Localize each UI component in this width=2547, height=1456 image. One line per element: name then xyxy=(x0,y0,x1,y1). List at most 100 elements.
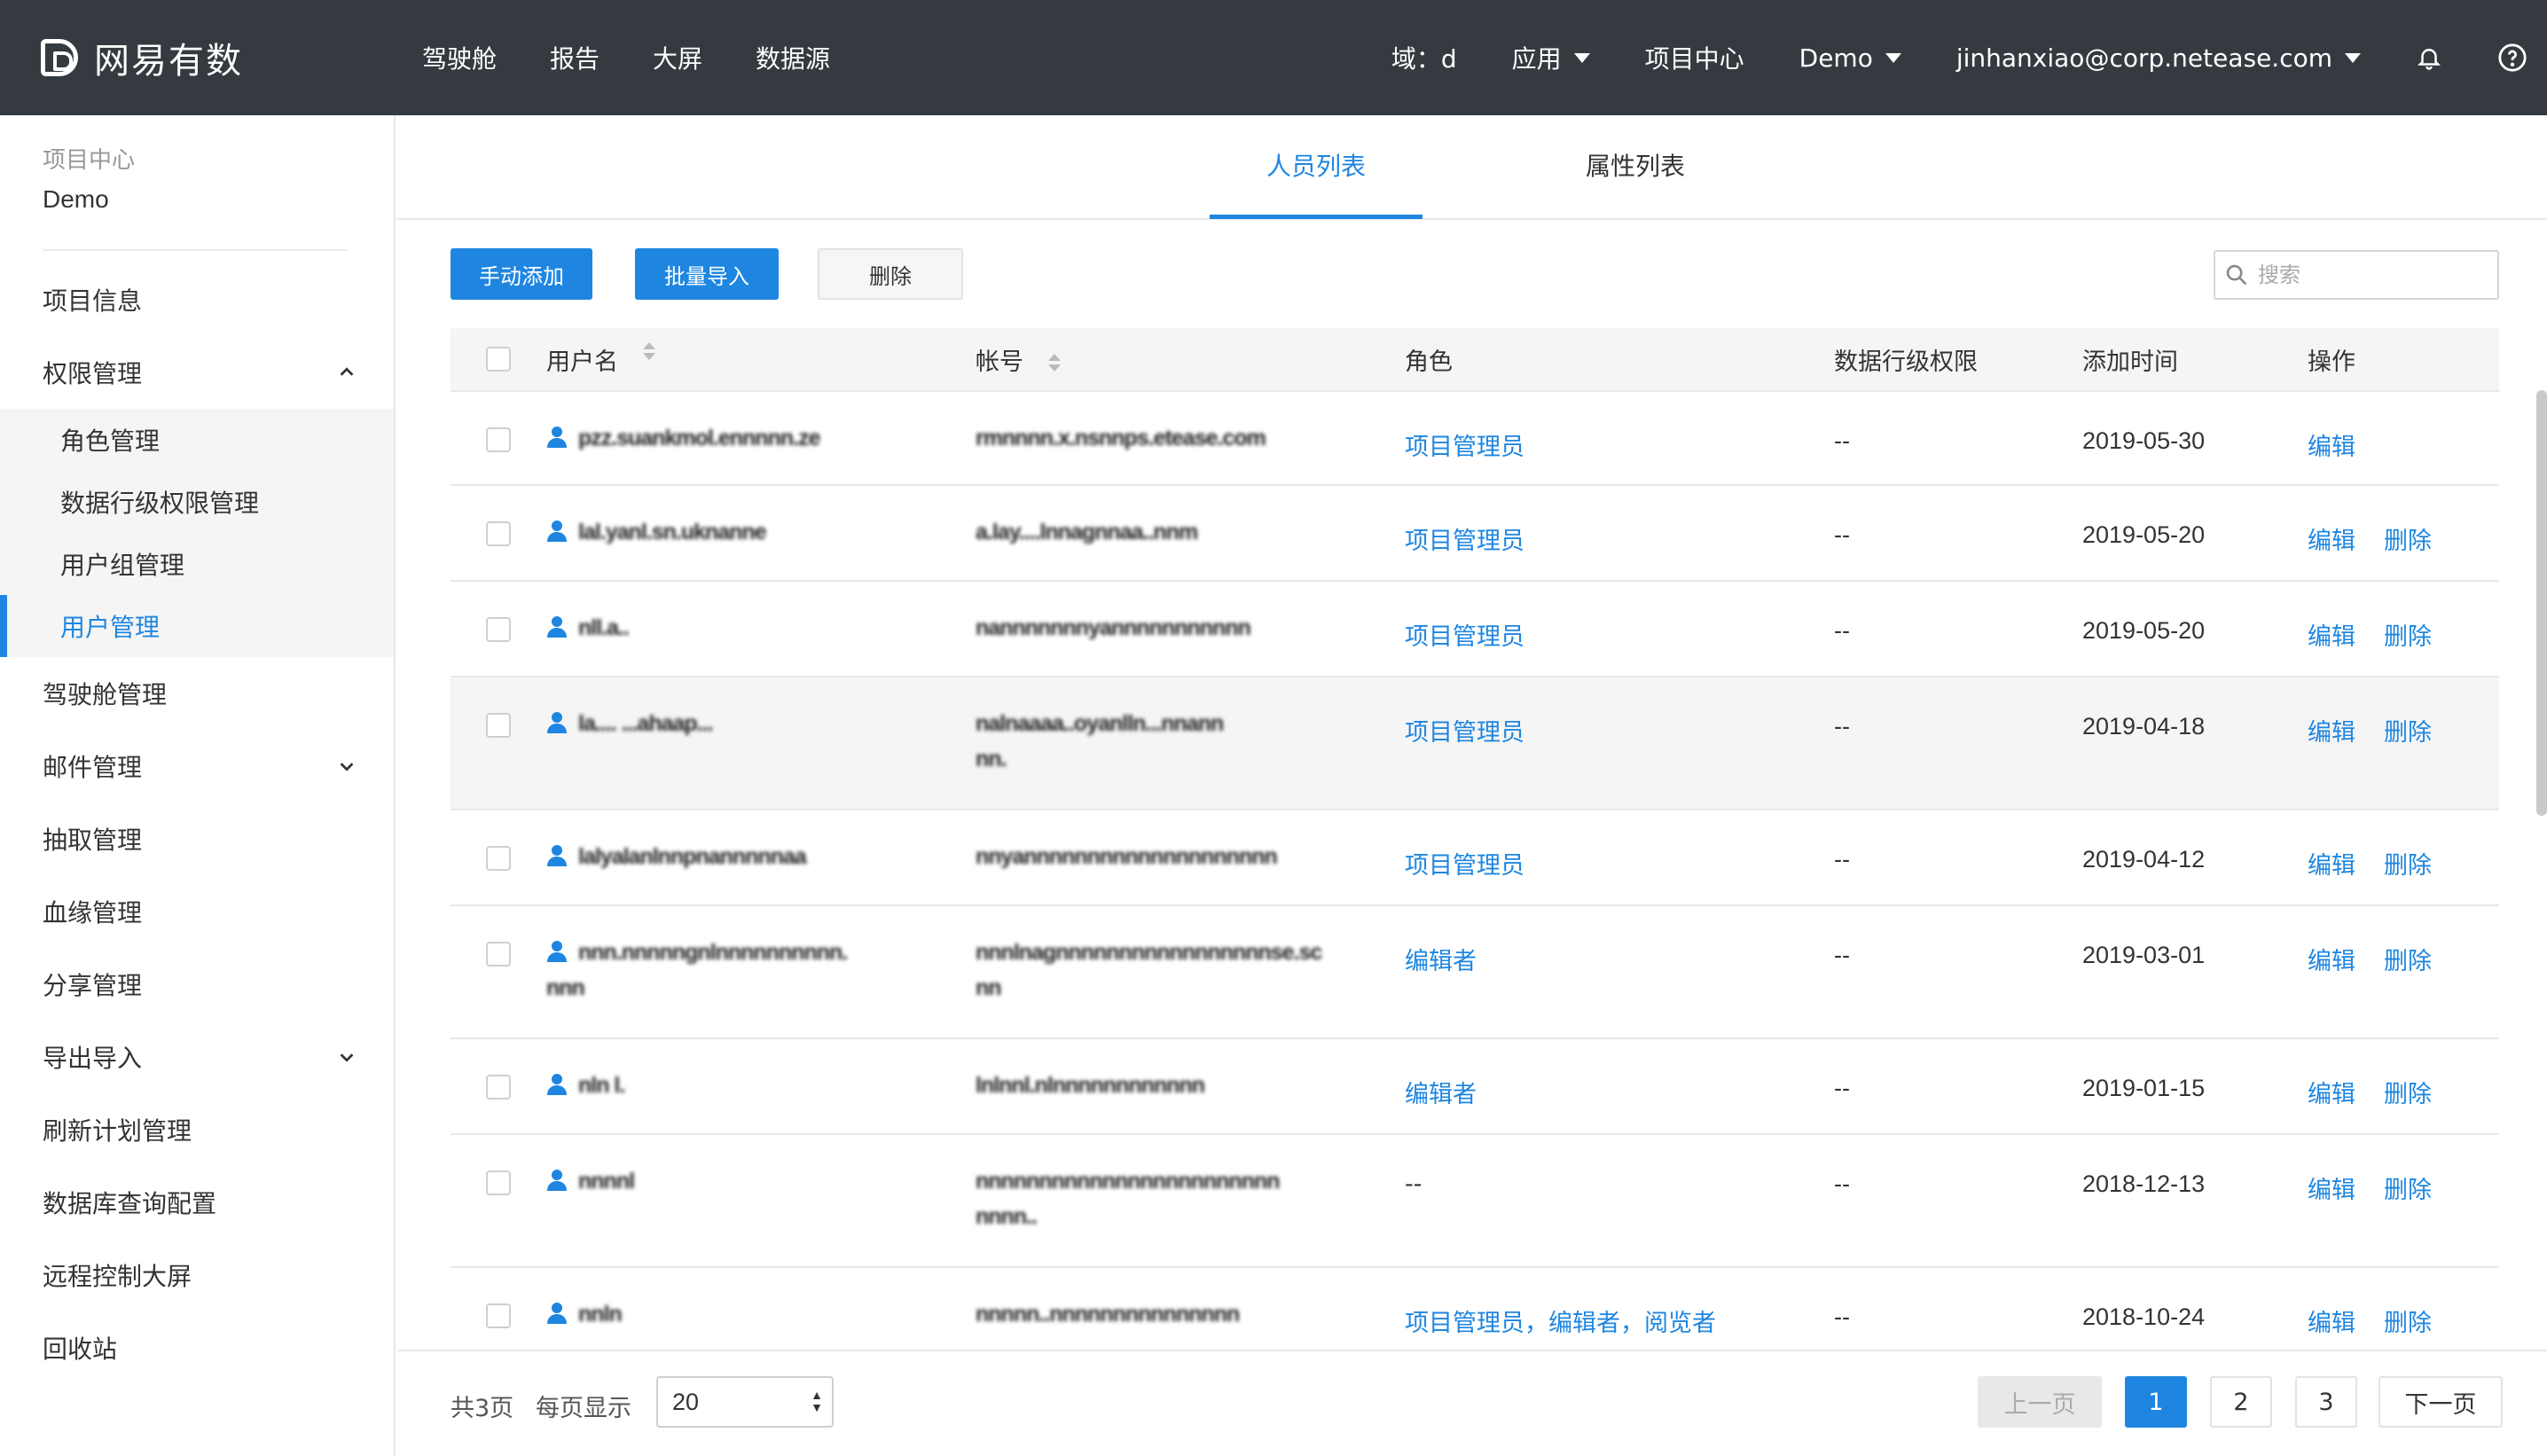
sidebar-item-trash[interactable]: 回收站 xyxy=(0,1311,394,1384)
role-cell[interactable]: 项目管理员 xyxy=(1405,677,1834,748)
page-3-button[interactable]: 3 xyxy=(2295,1376,2357,1428)
role-cell[interactable]: 编辑者 xyxy=(1405,1039,1834,1109)
table-row[interactable]: la.... ...ahaap... nalnaaaa..oyanlln...nn… xyxy=(451,677,2499,810)
row-checkbox[interactable] xyxy=(486,942,511,967)
delete-link[interactable]: 删除 xyxy=(2384,1303,2432,1338)
header-username[interactable]: 用户名 xyxy=(546,341,976,377)
sidebar-item-lineage[interactable]: 血缘管理 xyxy=(0,875,394,948)
row-checkbox[interactable] xyxy=(486,713,511,738)
role-cell[interactable]: 编辑者 xyxy=(1405,906,1834,976)
row-permission-cell: -- xyxy=(1834,1303,1850,1330)
account-cell: rmnnnn.x.nsnnps.etease.com xyxy=(976,385,1405,456)
edit-link[interactable]: 编辑 xyxy=(2308,846,2355,881)
edit-link[interactable]: 编辑 xyxy=(2308,617,2355,652)
nav-report[interactable]: 报告 xyxy=(550,40,600,75)
batch-import-button[interactable]: 批量导入 xyxy=(635,248,779,300)
delete-link[interactable]: 删除 xyxy=(2384,713,2432,748)
edit-link[interactable]: 编辑 xyxy=(2308,713,2355,748)
prev-page-button[interactable]: 上一页 xyxy=(1978,1376,2102,1428)
table-row[interactable]: nnln nnnnn..nnnnnnnnnnnnnnn 项目管理员，编辑者，阅览者 -… xyxy=(451,1268,2499,1362)
add-manual-button[interactable]: 手动添加 xyxy=(451,248,592,300)
sidebar-item-mail[interactable]: 邮件管理 xyxy=(0,730,394,802)
row-checkbox[interactable] xyxy=(486,1303,511,1328)
row-checkbox[interactable] xyxy=(486,1170,511,1195)
tab-bar: 人员列表 属性列表 xyxy=(397,115,2547,220)
sidebar-item-user-management[interactable]: 用户管理 xyxy=(0,595,394,657)
sidebar-item-db-query[interactable]: 数据库查询配置 xyxy=(0,1166,394,1239)
delete-link[interactable]: 删除 xyxy=(2384,617,2432,652)
role-cell[interactable]: 项目管理员 xyxy=(1405,810,1834,881)
delete-link[interactable]: 删除 xyxy=(2384,942,2432,976)
nav-datasource[interactable]: 数据源 xyxy=(756,40,830,75)
tab-user-list[interactable]: 人员列表 xyxy=(1266,147,1366,183)
row-checkbox[interactable] xyxy=(486,427,511,452)
table-row[interactable]: nnn.nnnnngnlnnnnnnnnnn. nnn nnnlnagnnnnnnn… xyxy=(451,906,2499,1039)
logo-icon xyxy=(41,39,78,76)
apps-menu[interactable]: 应用 xyxy=(1512,40,1590,75)
ops-cell: 编辑 xyxy=(2308,392,2499,462)
row-checkbox[interactable] xyxy=(486,1075,511,1100)
next-page-button[interactable]: 下一页 xyxy=(2379,1376,2503,1428)
table-row[interactable]: nln l. lnlnnl.nlnnnnnnnnnnnn 编辑者 -- 2019-01-… xyxy=(451,1039,2499,1135)
project-selector[interactable]: Demo xyxy=(1799,43,1901,73)
row-checkbox[interactable] xyxy=(486,846,511,871)
domain-selector[interactable]: 域：d xyxy=(1391,40,1457,75)
table-row[interactable]: pzz.suankmol.ennnnn.ze rmnnnn.x.nsnnps.et… xyxy=(451,392,2499,486)
sidebar-item-permission[interactable]: 权限管理 xyxy=(0,336,394,409)
edit-link[interactable]: 编辑 xyxy=(2308,1075,2355,1109)
edit-link[interactable]: 编辑 xyxy=(2308,1303,2355,1338)
bell-icon[interactable] xyxy=(2416,44,2442,71)
project-center-link[interactable]: 项目中心 xyxy=(1645,40,1744,75)
per-page-select[interactable]: 20 ▲ ▼ xyxy=(656,1376,834,1428)
sidebar-item-cockpit[interactable]: 驾驶舱管理 xyxy=(0,657,394,730)
nav-cockpit[interactable]: 驾驶舱 xyxy=(422,40,497,75)
page-2-button[interactable]: 2 xyxy=(2210,1376,2272,1428)
username-cell: pzz.suankmol.ennnnn.ze xyxy=(546,392,976,456)
account-text: nnnnn..nnnnnnnnnnnnnnn xyxy=(976,1302,1240,1327)
sidebar-item-label: 驾驶舱管理 xyxy=(43,680,168,709)
table-row[interactable]: lal.yanl.sn.uknanne a.lay....lnnagnnaa..n… xyxy=(451,486,2499,582)
delete-link[interactable]: 删除 xyxy=(2384,1075,2432,1109)
sidebar-item-refresh[interactable]: 刷新计划管理 xyxy=(0,1093,394,1166)
table-row[interactable]: nll.a.. nannnnnnnyannnnnnnnnnn 项目管理员 -- 2019… xyxy=(451,582,2499,677)
sort-icon[interactable] xyxy=(643,341,655,360)
edit-link[interactable]: 编辑 xyxy=(2308,521,2355,556)
header-account[interactable]: 帐号 xyxy=(976,342,1405,377)
role-cell[interactable]: 项目管理员 xyxy=(1405,392,1834,462)
logo[interactable]: 网易有数 xyxy=(41,32,413,83)
sidebar-item-role[interactable]: 角色管理 xyxy=(0,409,394,471)
role-cell[interactable]: 项目管理员，编辑者，阅览者 xyxy=(1405,1268,1834,1338)
help-icon[interactable] xyxy=(2497,43,2527,73)
sidebar-item-row-permission[interactable]: 数据行级权限管理 xyxy=(0,471,394,533)
row-checkbox[interactable] xyxy=(486,617,511,642)
nav-bigscreen[interactable]: 大屏 xyxy=(653,40,702,75)
user-menu[interactable]: jinhanxiao@corp.netease.com xyxy=(1956,43,2361,73)
sidebar-item-project-info[interactable]: 项目信息 xyxy=(0,263,394,336)
search-input[interactable] xyxy=(2258,262,2488,287)
sidebar-item-import-export[interactable]: 导出导入 xyxy=(0,1021,394,1093)
role-cell[interactable]: 项目管理员 xyxy=(1405,582,1834,652)
row-checkbox[interactable] xyxy=(486,521,511,546)
sidebar-item-extract[interactable]: 抽取管理 xyxy=(0,802,394,875)
edit-link[interactable]: 编辑 xyxy=(2308,1170,2355,1205)
role-cell[interactable]: 项目管理员 xyxy=(1405,486,1834,556)
add-time-cell: 2018-10-24 xyxy=(2082,1303,2206,1330)
table-row[interactable]: nnnnl nnnnnnnnnnnnnnnnnnnnnnnn nnnn.. -- -- 2… xyxy=(451,1135,2499,1268)
sidebar-item-remote[interactable]: 远程控制大屏 xyxy=(0,1239,394,1311)
sort-icon[interactable] xyxy=(1048,354,1061,372)
delete-link[interactable]: 删除 xyxy=(2384,1170,2432,1205)
sidebar-item-user-group[interactable]: 用户组管理 xyxy=(0,533,394,595)
select-all-checkbox[interactable] xyxy=(486,347,511,372)
edit-link[interactable]: 编辑 xyxy=(2308,427,2355,462)
page-1-button[interactable]: 1 xyxy=(2125,1376,2187,1428)
project-label: Demo xyxy=(1799,43,1873,73)
table-row[interactable]: lalyalanlnnpnannnnnaa nnyannnnnnnnnnnnnnn… xyxy=(451,810,2499,906)
tab-attribute-list[interactable]: 属性列表 xyxy=(1586,147,1685,183)
sidebar-project-name: Demo xyxy=(43,185,109,213)
delete-button[interactable]: 删除 xyxy=(818,248,963,300)
delete-link[interactable]: 删除 xyxy=(2384,846,2432,881)
edit-link[interactable]: 编辑 xyxy=(2308,942,2355,976)
sidebar-item-share[interactable]: 分享管理 xyxy=(0,948,394,1021)
delete-link[interactable]: 删除 xyxy=(2384,521,2432,556)
scrollbar[interactable] xyxy=(2536,390,2547,816)
